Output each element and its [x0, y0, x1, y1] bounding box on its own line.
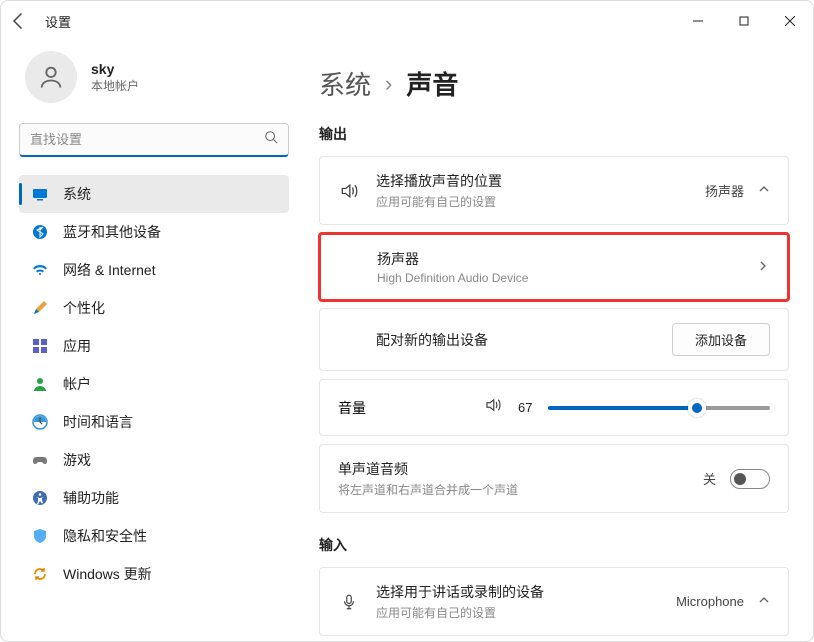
- back-button[interactable]: [9, 11, 29, 31]
- nav-list: 系统 蓝牙和其他设备 网络 & Internet 个性化 应用 帐户: [19, 175, 289, 593]
- nav-label: 个性化: [63, 298, 105, 318]
- row-title: 扬声器: [377, 249, 741, 269]
- nav-label: Windows 更新: [63, 564, 152, 584]
- avatar: [25, 51, 77, 103]
- breadcrumb: 系统 › 声音: [319, 65, 789, 102]
- profile-subtitle: 本地帐户: [91, 77, 139, 94]
- bluetooth-icon: [31, 223, 49, 241]
- section-title-output: 输出: [319, 124, 789, 144]
- main-content: 系统 › 声音 输出 选择播放声音的位置 应用可能有自己的设置 扬声器: [301, 41, 813, 641]
- chevron-up-icon: [758, 183, 770, 198]
- game-icon: [31, 451, 49, 469]
- system-icon: [31, 185, 49, 203]
- pair-device-card: 配对新的输出设备 添加设备: [319, 308, 789, 371]
- volume-slider[interactable]: [548, 406, 770, 410]
- nav-item-accounts[interactable]: 帐户: [19, 365, 289, 403]
- mono-audio-card[interactable]: 单声道音频 将左声道和右声道合并成一个声道 关: [319, 444, 789, 513]
- titlebar: 设置: [1, 1, 813, 41]
- nav-item-gaming[interactable]: 游戏: [19, 441, 289, 479]
- nav-label: 游戏: [63, 450, 91, 470]
- nav-label: 帐户: [63, 374, 91, 394]
- row-subtitle: 应用可能有自己的设置: [376, 193, 689, 210]
- speaker-icon: [338, 181, 360, 201]
- nav-label: 应用: [63, 336, 91, 356]
- volume-icon: [484, 396, 502, 419]
- output-device-value: 扬声器: [705, 181, 744, 200]
- update-icon: [31, 565, 49, 583]
- row-subtitle: High Definition Audio Device: [377, 271, 741, 285]
- section-title-input: 输入: [319, 535, 789, 555]
- apps-icon: [31, 337, 49, 355]
- crumb-current: 声音: [406, 65, 458, 102]
- search-box[interactable]: [19, 123, 289, 157]
- chevron-right-icon: ›: [385, 71, 392, 97]
- output-device-card[interactable]: 扬声器 High Definition Audio Device: [318, 232, 790, 302]
- microphone-icon: [338, 593, 360, 611]
- volume-card: 音量 67: [319, 379, 789, 436]
- close-button[interactable]: [767, 5, 813, 37]
- nav-item-time-language[interactable]: 时间和语言: [19, 403, 289, 441]
- nav-label: 辅助功能: [63, 488, 119, 508]
- maximize-button[interactable]: [721, 5, 767, 37]
- brush-icon: [31, 299, 49, 317]
- output-choose-card[interactable]: 选择播放声音的位置 应用可能有自己的设置 扬声器: [319, 156, 789, 225]
- volume-value: 67: [518, 400, 532, 415]
- row-title: 配对新的输出设备: [376, 330, 656, 350]
- mono-toggle[interactable]: [730, 469, 770, 489]
- nav-item-bluetooth[interactable]: 蓝牙和其他设备: [19, 213, 289, 251]
- nav-label: 蓝牙和其他设备: [63, 222, 161, 242]
- crumb-parent[interactable]: 系统: [319, 65, 371, 102]
- account-icon: [31, 375, 49, 393]
- profile-block[interactable]: sky 本地帐户: [19, 51, 289, 103]
- nav-item-personalization[interactable]: 个性化: [19, 289, 289, 327]
- input-choose-card[interactable]: 选择用于讲话或录制的设备 应用可能有自己的设置 Microphone: [319, 567, 789, 636]
- nav-item-accessibility[interactable]: 辅助功能: [19, 479, 289, 517]
- nav-item-network[interactable]: 网络 & Internet: [19, 251, 289, 289]
- nav-label: 时间和语言: [63, 412, 133, 432]
- row-subtitle: 应用可能有自己的设置: [376, 604, 660, 621]
- window-controls: [675, 5, 813, 37]
- nav-label: 系统: [63, 184, 91, 204]
- search-icon: [264, 130, 278, 149]
- nav-label: 网络 & Internet: [63, 260, 156, 280]
- toggle-state-label: 关: [703, 469, 716, 488]
- row-title: 选择用于讲话或录制的设备: [376, 582, 660, 602]
- privacy-icon: [31, 527, 49, 545]
- app-title: 设置: [45, 12, 71, 31]
- chevron-up-icon: [758, 594, 770, 609]
- minimize-button[interactable]: [675, 5, 721, 37]
- row-subtitle: 将左声道和右声道合并成一个声道: [338, 481, 687, 498]
- row-title: 选择播放声音的位置: [376, 171, 689, 191]
- volume-label: 音量: [338, 398, 468, 418]
- search-input[interactable]: [30, 132, 264, 147]
- wifi-icon: [31, 261, 49, 279]
- nav-item-privacy[interactable]: 隐私和安全性: [19, 517, 289, 555]
- accessibility-icon: [31, 489, 49, 507]
- chevron-right-icon: [757, 260, 769, 275]
- nav-item-apps[interactable]: 应用: [19, 327, 289, 365]
- input-device-value: Microphone: [676, 594, 744, 609]
- nav-label: 隐私和安全性: [63, 526, 147, 546]
- nav-item-windows-update[interactable]: Windows 更新: [19, 555, 289, 593]
- add-device-button[interactable]: 添加设备: [672, 323, 770, 356]
- profile-name: sky: [91, 61, 139, 77]
- time-icon: [31, 413, 49, 431]
- row-title: 单声道音频: [338, 459, 687, 479]
- sidebar: sky 本地帐户 系统 蓝牙和其他设备 网络 & Internet: [1, 41, 301, 641]
- nav-item-system[interactable]: 系统: [19, 175, 289, 213]
